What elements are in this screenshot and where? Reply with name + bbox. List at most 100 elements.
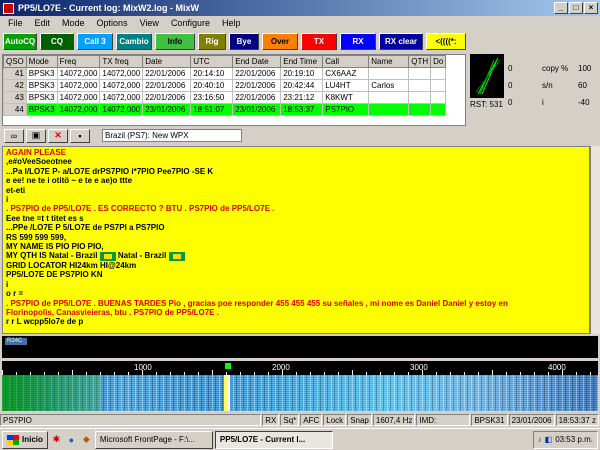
column-header-end-time[interactable]: End Time [280, 55, 324, 68]
contest-select[interactable]: Brazil (PS7): New WPX [102, 129, 242, 142]
status-snap[interactable]: Snap [347, 414, 372, 426]
taskbar-button[interactable]: PP5/LO7E - Current l... [214, 430, 333, 449]
taskbar-button[interactable]: Microsoft FrontPage - F:\... [94, 430, 213, 449]
status-mode[interactable]: BPSK31 [471, 414, 508, 426]
frame-icon[interactable]: ▣ [26, 128, 46, 143]
log-table[interactable]: QSO Mode Freq TX freq Date UTC End Date End Tim… [2, 54, 466, 126]
waterfall-display[interactable] [2, 375, 598, 411]
log-cell [368, 67, 410, 80]
macro-button-bye[interactable]: Bye [229, 33, 259, 50]
rx-line: ...PPe /LO7E P 5/LO7E de PS7PI a PS7PIO [6, 223, 165, 233]
log-cell: 14072,000 [99, 103, 144, 116]
rx-line: o r = [6, 289, 24, 299]
column-header-call[interactable]: Call [322, 55, 370, 68]
meter-label: copy % [542, 64, 569, 73]
log-cell: 18:51:07 [190, 103, 234, 116]
column-header-qso[interactable]: QSO [3, 55, 27, 68]
menu-edit[interactable]: Edit [29, 18, 57, 28]
column-header-end-date[interactable]: End Date [232, 55, 282, 68]
meter-label: 60 [578, 81, 587, 90]
sound-icon[interactable]: ♪ [538, 435, 542, 444]
macro-button-call-3[interactable]: Call 3 [77, 33, 113, 50]
status-time: 18:53:37 z [555, 414, 599, 426]
log-cell: 22/01/2006 [142, 67, 192, 80]
log-row[interactable]: 43 BPSK3 14072,000 14072,000 22/01/2006 23:16… [3, 91, 447, 104]
macro-button-rig[interactable]: Rig [198, 33, 226, 50]
log-row[interactable]: 44 BPSK3 14072,000 14072,000 23/01/2006 18:51… [3, 103, 447, 116]
rx-line: MY QTH IS Natal - Brazil Natal - Brazil [6, 251, 586, 261]
macro-button-cambio[interactable]: Cambio [116, 33, 152, 50]
log-row[interactable]: 41 BPSK3 14072,000 14072,000 22/01/2006 20:14… [3, 67, 447, 80]
log-cell: 14072,000 [56, 79, 101, 92]
glasses-icon[interactable]: ∞ [4, 128, 24, 143]
status-afc[interactable]: AFC [300, 414, 323, 426]
title-bar: PP5/LO7E - Current log: MixW2.log - MixW… [0, 0, 600, 16]
close-button[interactable]: × [584, 2, 598, 14]
rx-line: RS 599 599 599, [6, 232, 67, 242]
column-header-do[interactable]: Do [430, 55, 447, 68]
status-frequency[interactable]: 1607,4 Hz [372, 414, 416, 426]
quicklaunch-icon-2[interactable]: ● [65, 433, 78, 446]
macro-button-autocq[interactable]: AutoCQ [3, 33, 37, 50]
log-cell [430, 79, 447, 92]
log-cell: BPSK3 [25, 103, 58, 116]
receive-text-area[interactable]: AGAIN PLEASE ,e#oVeeSoeotnee ...Pa I/LO7E… [2, 146, 590, 334]
frequency-ruler[interactable]: 1000 2000 3000 4000 [2, 361, 598, 375]
menu-file[interactable]: File [2, 18, 29, 28]
macro-button-over[interactable]: Over [262, 33, 298, 50]
macro-button-rx-clear[interactable]: RX clear [379, 33, 423, 50]
tuning-panel: RST: 531 0 copy % 100 0 s/n 60 0 i -40 [470, 54, 600, 124]
status-bar: PS7PIO RX Sq* AFC Lock Snap 1607,4 Hz IM… [0, 413, 600, 427]
quicklaunch-icon-1[interactable]: ✱ [50, 433, 63, 446]
macro-button-[interactable]: <((((*: [426, 33, 466, 50]
delete-icon[interactable]: ✕ [48, 128, 68, 143]
taskbar: Inicio ✱ ● ◆ Microsoft FrontPage - F:\..… [0, 428, 600, 450]
rx-line: et-eti [6, 185, 26, 195]
transmit-text-area[interactable]: R24C [2, 336, 598, 358]
macro-button-cq[interactable]: CQ [40, 33, 74, 50]
save-icon[interactable]: ▪ [70, 128, 90, 143]
brazil-flag-icon [99, 251, 116, 261]
menu-mode[interactable]: Mode [56, 18, 91, 28]
menu-options[interactable]: Options [91, 18, 134, 28]
column-header-qth[interactable]: QTH [408, 55, 432, 68]
rx-line: r r L wcpp5lo7e de p [6, 317, 84, 327]
minimize-button[interactable]: _ [554, 2, 568, 14]
log-row[interactable]: 42 BPSK3 14072,000 14072,000 22/01/2006 20:40… [3, 79, 447, 92]
rx-line: Florinopolis, Canasvieieras, btu . PS7PI… [6, 307, 219, 317]
column-header-freq[interactable]: Freq [56, 55, 101, 68]
clock: 03:53 p.m. [555, 435, 593, 444]
log-cell: 14072,000 [99, 79, 144, 92]
menu-help[interactable]: Help [216, 18, 247, 28]
rx-line: ,e#oVeeSoeotnee [6, 157, 72, 167]
phase-scope [470, 54, 504, 98]
macro-button-rx[interactable]: RX [340, 33, 376, 50]
macro-button-tx[interactable]: TX [301, 33, 337, 50]
status-lock[interactable]: Lock [323, 414, 347, 426]
column-header-mode[interactable]: Mode [25, 55, 58, 68]
receive-scrollbar[interactable] [590, 146, 600, 334]
windows-logo-icon [7, 434, 19, 445]
tx-indicator: R24C [5, 338, 27, 345]
column-header-tx-freq[interactable]: TX freq [99, 55, 144, 68]
log-cell [430, 67, 447, 80]
column-header-date[interactable]: Date [142, 55, 192, 68]
meter-label: 0 [508, 81, 513, 90]
quicklaunch-icon-3[interactable]: ◆ [80, 433, 93, 446]
start-button[interactable]: Inicio [2, 430, 48, 449]
macro-button-info[interactable]: Info [155, 33, 195, 50]
network-icon[interactable]: ◧ [545, 435, 553, 444]
status-squelch[interactable]: Sq* [280, 414, 300, 426]
column-header-utc[interactable]: UTC [190, 55, 234, 68]
log-cell: BPSK3 [25, 67, 58, 80]
maximize-button[interactable]: □ [569, 2, 583, 14]
log-cell: BPSK3 [25, 79, 58, 92]
menu-view[interactable]: View [134, 18, 165, 28]
log-cell: 43 [3, 91, 27, 104]
log-cell: 22/01/2006 [232, 91, 282, 104]
frequency-cursor[interactable] [225, 363, 231, 369]
menu-configure[interactable]: Configure [165, 18, 216, 28]
column-header-name[interactable]: Name [368, 55, 410, 68]
status-rx[interactable]: RX [262, 414, 280, 426]
rx-line: AGAIN PLEASE [6, 148, 67, 157]
